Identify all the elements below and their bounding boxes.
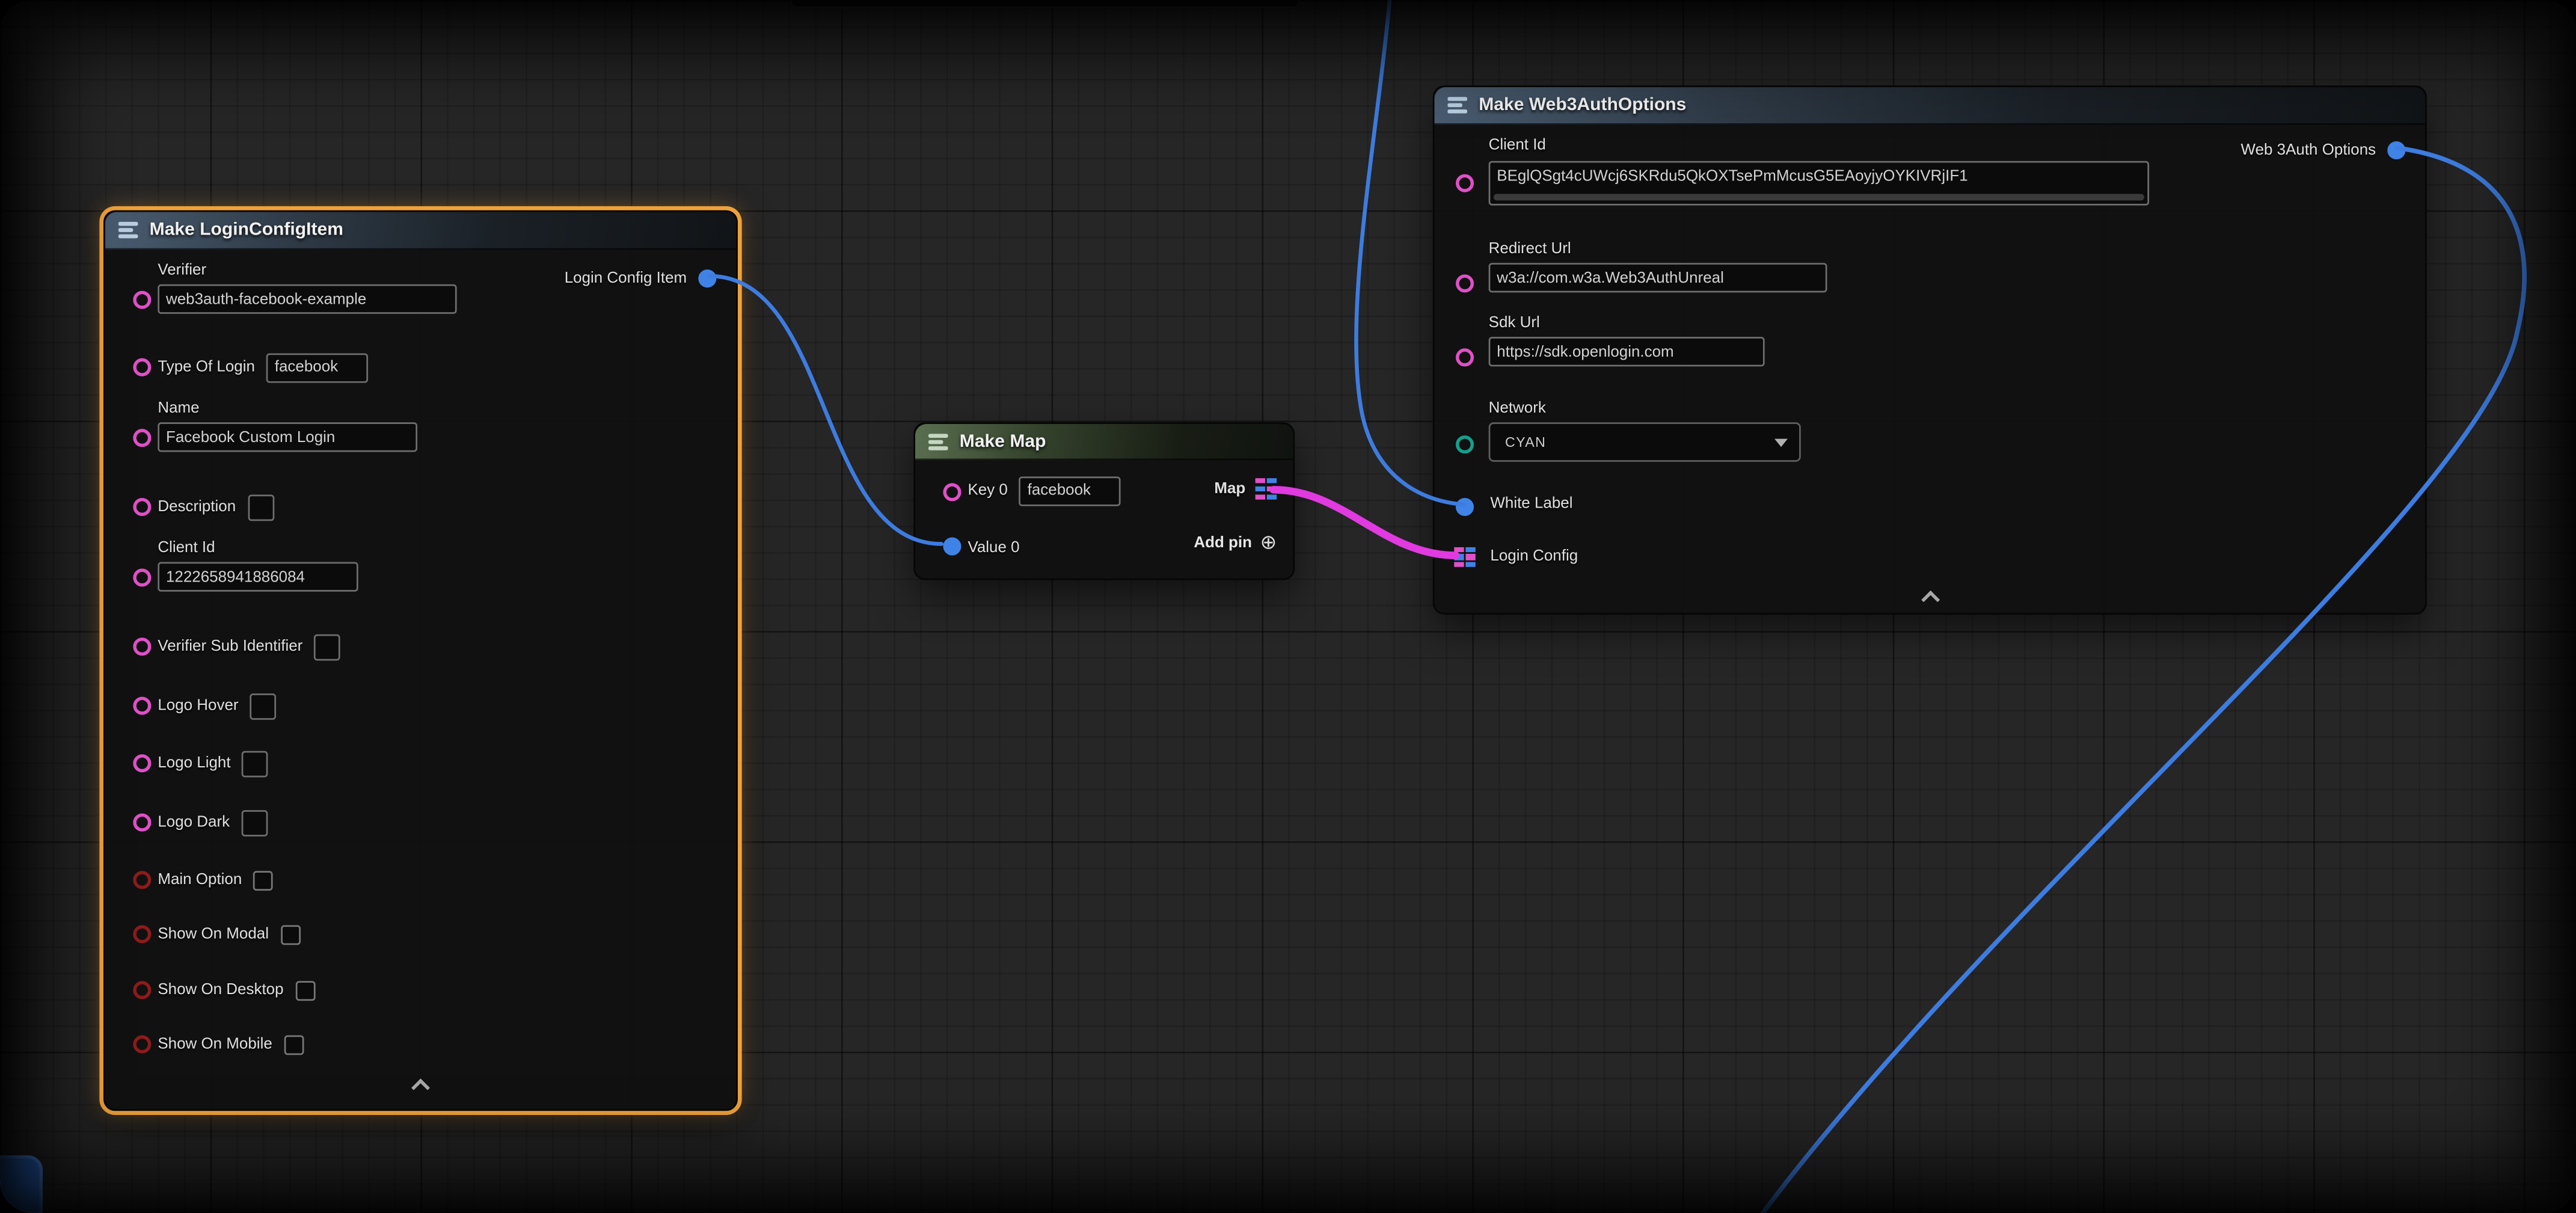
node-make-web3authoptions[interactable]: Make Web3AuthOptions Web 3Auth Options C… [1433,85,2427,615]
main-option-label: Main Option [158,871,242,889]
pin-network[interactable] [1455,435,1473,453]
network-label: Network [1489,399,1546,417]
show-on-mobile-label: Show On Mobile [158,1035,272,1053]
add-pin-icon: ⊕ [1260,532,1277,552]
collapse-button[interactable] [1907,585,1953,608]
node-header[interactable]: Make Web3AuthOptions [1434,87,2425,125]
node-title: Make LoginConfigItem [150,220,343,240]
node-header[interactable]: Make Map [915,424,1293,460]
pin-login-config-item-output[interactable] [698,269,716,287]
node-make-loginconfigitem[interactable]: Make LoginConfigItem Login Config Item [103,210,738,1111]
pin-type-of-login[interactable] [133,357,151,375]
sdk-url-input[interactable] [1489,337,1765,366]
pin-verifier[interactable] [133,290,151,308]
wire-map-to-login-config[interactable] [1274,490,1456,555]
node-header[interactable]: Make LoginConfigItem [105,212,736,250]
node-title: Make Map [960,431,1046,451]
description-label: Description [158,498,236,516]
value-0-label: Value 0 [968,539,1019,557]
pin-key-0[interactable] [942,482,960,500]
add-pin-label: Add pin [1194,533,1252,551]
pin-client-id[interactable] [133,568,151,586]
chevron-up-icon [1921,591,1939,609]
pin-web3auth-options-output[interactable] [2387,141,2405,159]
verifier-sub-identifier-input[interactable] [314,633,340,660]
pin-white-label[interactable] [1455,497,1473,515]
show-on-desktop-checkbox[interactable] [295,980,315,1000]
pin-login-config[interactable] [1454,547,1476,568]
make-struct-icon [1447,95,1467,115]
key-0-label: Key 0 [968,482,1007,500]
client-id-label: Client Id [158,539,215,557]
redirect-url-input[interactable] [1489,263,1827,292]
logo-hover-input[interactable] [250,693,277,719]
main-option-checkbox[interactable] [253,870,273,890]
sdk-url-label: Sdk Url [1489,314,1540,332]
node-title: Make Web3AuthOptions [1479,95,1686,115]
verifier-input[interactable] [158,284,456,314]
blueprint-editor: Make LoginConfigItem Login Config Item [0,0,2576,1213]
pin-map-output[interactable] [1256,478,1277,500]
output-login-config-item: Login Config Item [565,265,717,291]
horizontal-scrollbar[interactable] [1494,194,2144,200]
offscreen-node-top-fragment [790,0,1299,8]
pin-client-id[interactable] [1455,173,1473,191]
pin-show-on-mobile[interactable] [133,1034,151,1052]
output-label: Login Config Item [565,269,687,287]
key-0-input[interactable] [1019,476,1121,505]
pin-sdk-url[interactable] [1455,348,1473,366]
chevron-up-icon [411,1078,430,1097]
login-config-label: Login Config [1490,547,1578,565]
logo-light-input[interactable] [242,750,269,776]
pin-logo-light[interactable] [133,754,151,772]
pin-redirect-url[interactable] [1455,274,1473,292]
type-of-login-label: Type Of Login [158,358,255,376]
logo-hover-label: Logo Hover [158,697,238,715]
node-make-map[interactable]: Make Map Key 0 Value 0 Map Add pin ⊕ [913,422,1295,580]
pin-verifier-sub-identifier[interactable] [133,637,151,655]
pin-name[interactable] [133,428,151,446]
network-dropdown-value: CYAN [1505,434,1546,450]
redirect-url-label: Redirect Url [1489,240,1571,258]
pin-logo-hover[interactable] [133,696,151,714]
verifier-sub-identifier-label: Verifier Sub Identifier [158,637,302,656]
network-dropdown[interactable]: CYAN [1489,422,1801,462]
pin-show-on-desktop[interactable] [133,980,151,998]
logo-dark-label: Logo Dark [158,814,230,832]
name-input[interactable] [158,422,417,452]
client-id-input[interactable] [158,562,358,592]
show-on-modal-checkbox[interactable] [280,924,300,944]
type-of-login-input[interactable] [266,352,368,382]
pin-logo-dark[interactable] [133,812,151,831]
map-output-label: Map [1214,480,1245,498]
white-label-label: White Label [1490,494,1572,512]
add-pin-button[interactable]: Add pin ⊕ [1194,532,1277,552]
pin-value-0[interactable] [942,536,960,554]
description-input[interactable] [247,494,274,520]
chevron-down-icon [1774,439,1788,447]
pin-show-on-modal[interactable] [133,924,151,942]
show-on-desktop-label: Show On Desktop [158,981,283,999]
make-struct-icon [118,220,138,240]
graph-canvas[interactable]: Make LoginConfigItem Login Config Item [0,0,2576,1213]
show-on-modal-label: Show On Modal [158,925,269,943]
pin-main-option[interactable] [133,870,151,888]
show-on-mobile-checkbox[interactable] [284,1034,304,1054]
collapse-button[interactable] [397,1073,444,1096]
name-label: Name [158,399,199,417]
logo-light-label: Logo Light [158,754,230,772]
output-label: Web 3Auth Options [2241,141,2376,159]
wire-loginconfigitem-to-value0[interactable] [710,276,941,544]
output-web3auth-options: Web 3Auth Options [2241,137,2406,163]
offscreen-node-bottom-left-fragment [0,1155,43,1213]
client-id-label: Client Id [1489,137,1546,155]
logo-dark-input[interactable] [241,809,268,836]
make-map-icon [928,431,948,451]
verifier-label: Verifier [158,261,206,279]
pin-description[interactable] [133,497,151,515]
output-map: Map [1214,478,1277,500]
